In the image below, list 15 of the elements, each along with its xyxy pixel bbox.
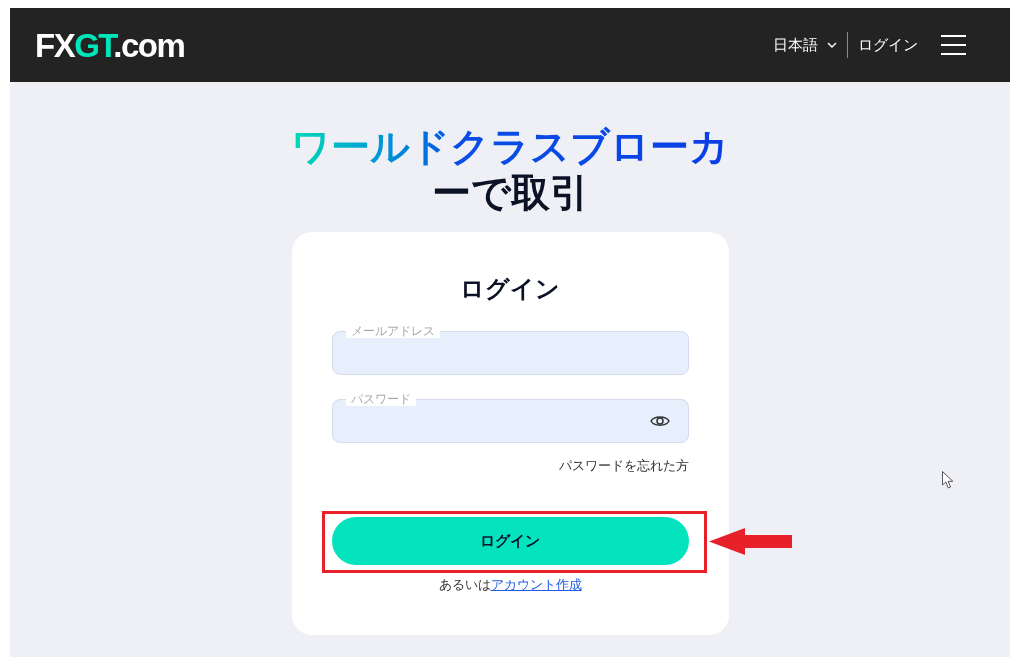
cursor-icon [942, 471, 955, 489]
login-button[interactable]: ログイン [331, 517, 689, 565]
login-link[interactable]: ログイン [858, 35, 918, 55]
login-title: ログイン [459, 274, 561, 304]
field-label: メールアドレス [345, 325, 440, 338]
arrow-icon [708, 528, 792, 555]
create-account-link[interactable]: アカウント作成 [490, 577, 582, 592]
chevron-down-icon [827, 42, 837, 48]
eye-icon[interactable] [649, 414, 670, 428]
forgot-password-link[interactable]: パスワードを忘れた方 [558, 457, 689, 475]
language-selector[interactable]: 日本語 [773, 35, 837, 55]
field-label: パスワード [345, 393, 416, 406]
logo[interactable]: FXGT.com [35, 28, 185, 62]
signup-prompt: あるいはアカウント作成 [437, 576, 583, 594]
menu-icon[interactable] [941, 35, 966, 55]
